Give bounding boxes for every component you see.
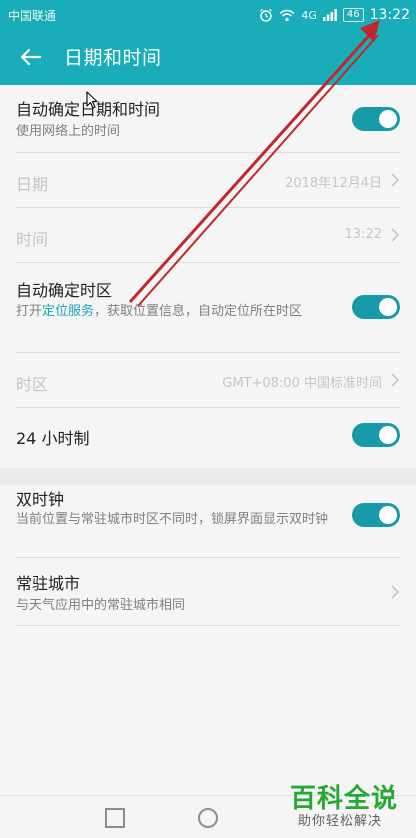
signal-icon bbox=[322, 9, 337, 21]
status-icons: 4G 46 13:22 bbox=[259, 4, 410, 26]
home-circle-icon[interactable] bbox=[198, 808, 218, 828]
hour24-toggle[interactable] bbox=[352, 423, 400, 447]
setting-title: 自动确定时区 bbox=[16, 281, 113, 300]
desc-suffix: ，获取位置信息，自动定位所在时区 bbox=[94, 304, 303, 319]
toggle-knob bbox=[379, 110, 397, 128]
location-service-link[interactable]: 定位服务 bbox=[42, 304, 94, 319]
setting-desc: 当前位置与常驻城市时区不同时，锁屏界面显示双时钟 bbox=[16, 512, 329, 527]
setting-desc: 使用网络上的时间 bbox=[16, 124, 121, 139]
recents-square-icon[interactable] bbox=[105, 808, 125, 828]
setting-desc: 与天气应用中的常驻城市相同 bbox=[16, 598, 186, 613]
chevron-right-icon bbox=[391, 228, 400, 242]
setting-date[interactable]: 日期 2018年12月4日 bbox=[16, 153, 400, 208]
wifi-icon bbox=[279, 9, 295, 21]
timezone-value: GMT+08:00 中国标准时间 bbox=[222, 376, 382, 391]
setting-24-hour[interactable]: 24 小时制 bbox=[16, 408, 400, 463]
setting-title: 时间 bbox=[16, 230, 49, 249]
auto-timezone-toggle[interactable] bbox=[352, 295, 400, 319]
toggle-knob bbox=[379, 506, 397, 524]
arrow-left-icon[interactable] bbox=[16, 42, 46, 72]
watermark-slogan: 助你轻松解决 bbox=[298, 814, 383, 829]
setting-title: 双时钟 bbox=[16, 490, 65, 509]
settings-list: 自动确定日期和时间 使用网络上的时间 日期 2018年12月4日 时间 13:2… bbox=[0, 85, 416, 795]
setting-auto-timezone[interactable]: 自动确定时区 打开定位服务，获取位置信息，自动定位所在时区 bbox=[16, 263, 400, 353]
setting-title: 24 小时制 bbox=[16, 429, 90, 448]
setting-title: 时区 bbox=[16, 375, 49, 394]
battery-icon: 46 bbox=[342, 8, 364, 22]
toggle-knob bbox=[379, 298, 397, 316]
setting-dual-clock[interactable]: 双时钟 当前位置与常驻城市时区不同时，锁屏界面显示双时钟 bbox=[16, 480, 400, 558]
dual-clock-toggle[interactable] bbox=[352, 503, 400, 527]
chevron-right-icon bbox=[391, 373, 400, 387]
time-value: 13:22 bbox=[344, 227, 382, 242]
setting-desc: 打开定位服务，获取位置信息，自动定位所在时区 bbox=[16, 302, 334, 322]
status-time: 13:22 bbox=[369, 7, 410, 23]
auto-datetime-toggle[interactable] bbox=[352, 107, 400, 131]
setting-home-city[interactable]: 常驻城市 与天气应用中的常驻城市相同 bbox=[16, 558, 400, 626]
mouse-cursor-icon bbox=[86, 91, 98, 109]
alarm-icon bbox=[260, 8, 273, 22]
desc-prefix: 打开 bbox=[16, 304, 43, 319]
setting-time[interactable]: 时间 13:22 bbox=[16, 208, 400, 263]
setting-title: 常驻城市 bbox=[16, 574, 81, 593]
network-type-label: 4G bbox=[301, 8, 317, 22]
chevron-right-icon bbox=[391, 173, 400, 187]
toggle-knob bbox=[379, 426, 397, 444]
page-title: 日期和时间 bbox=[64, 47, 162, 69]
section-divider bbox=[0, 468, 416, 485]
chevron-right-icon bbox=[391, 585, 400, 599]
status-bar: 中国联通 4G 46 13:22 bbox=[0, 0, 416, 30]
carrier-label: 中国联通 bbox=[8, 9, 57, 23]
setting-auto-datetime[interactable]: 自动确定日期和时间 使用网络上的时间 bbox=[16, 85, 400, 153]
date-value: 2018年12月4日 bbox=[285, 176, 382, 191]
setting-title: 日期 bbox=[16, 175, 49, 194]
setting-timezone[interactable]: 时区 GMT+08:00 中国标准时间 bbox=[16, 353, 400, 408]
app-bar: 日期和时间 bbox=[0, 30, 416, 85]
